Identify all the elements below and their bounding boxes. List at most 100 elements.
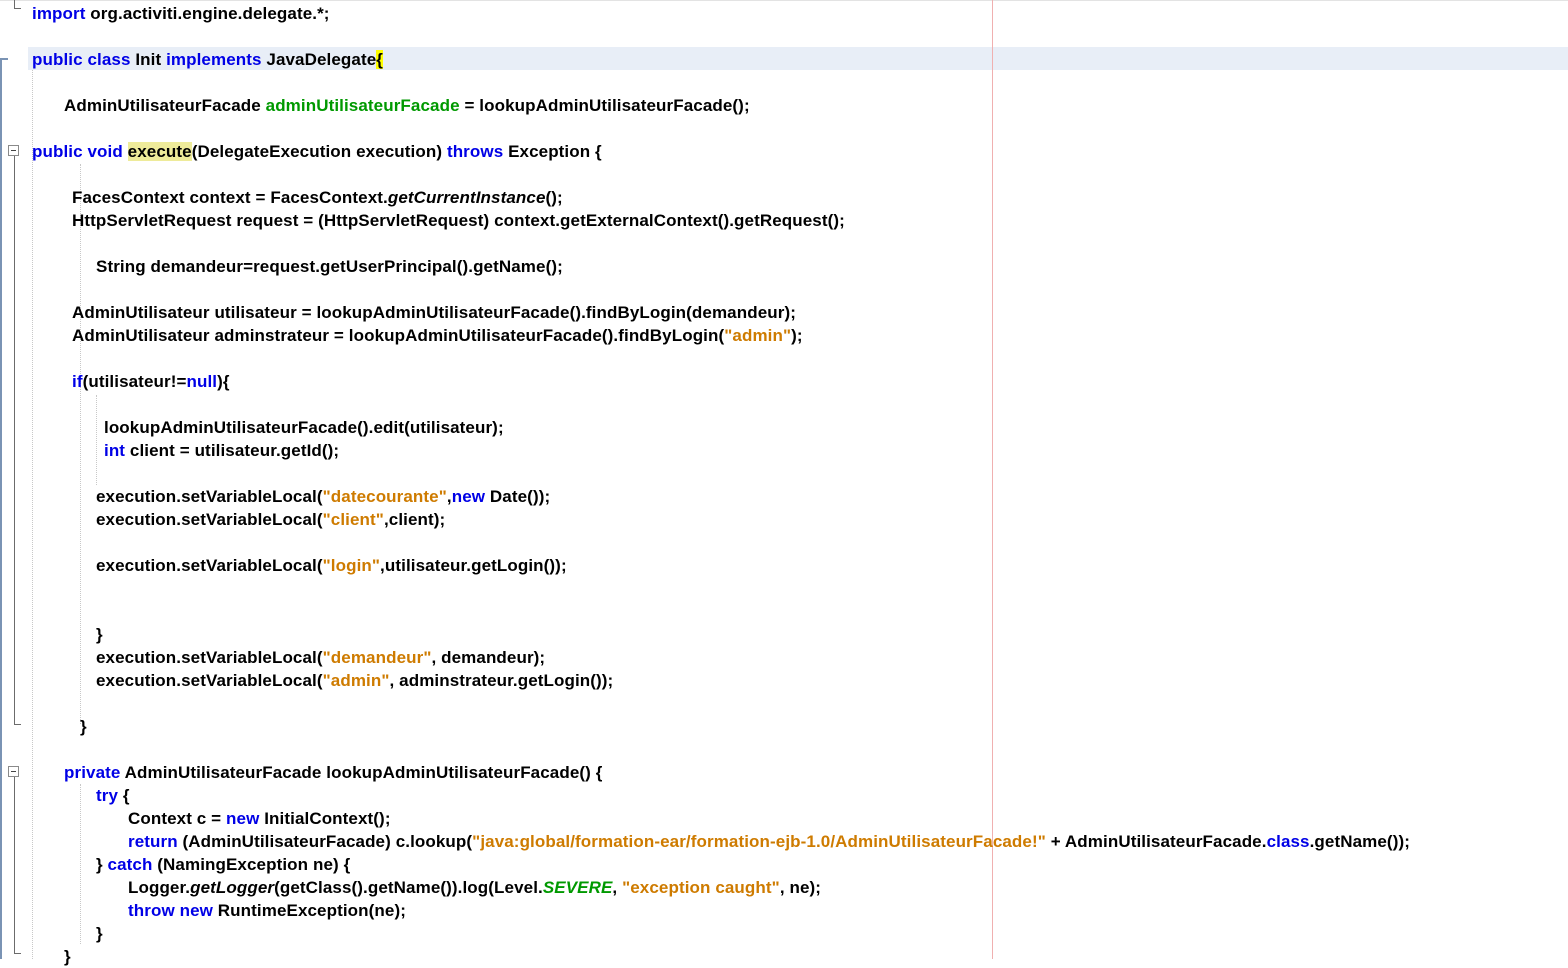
code-line[interactable]: AdminUtilisateurFacade adminUtilisateurF…: [64, 94, 750, 117]
fold-line: [14, 156, 15, 724]
keyword-token: if: [72, 372, 83, 391]
code-token: ){: [217, 372, 230, 391]
code-line[interactable]: }: [96, 922, 103, 945]
code-line[interactable]: } catch (NamingException ne) {: [96, 853, 350, 876]
string-token: "admin": [724, 326, 792, 345]
fold-end-marker: [14, 953, 21, 954]
code-line[interactable]: String demandeur=request.getUserPrincipa…: [96, 255, 563, 278]
code-line[interactable]: AdminUtilisateur adminstrateur = lookupA…: [72, 324, 803, 347]
code-token: SEVERE: [542, 878, 613, 897]
code-token: Init: [130, 50, 167, 69]
code-token: ();: [545, 188, 563, 207]
code-line[interactable]: if(utilisateur!=null){: [72, 370, 230, 393]
code-token: execution.setVariableLocal(: [96, 510, 323, 529]
code-line[interactable]: AdminUtilisateur utilisateur = lookupAdm…: [72, 301, 796, 324]
code-token: RuntimeException(ne);: [212, 901, 406, 920]
keyword-token: import: [32, 4, 86, 23]
code-token: String demandeur=request.getUserPrincipa…: [96, 257, 563, 276]
code-token: );: [791, 326, 803, 345]
code-token: execution.setVariableLocal(: [96, 671, 323, 690]
code-token: AdminUtilisateurFacade: [64, 96, 266, 115]
indent-guide: [80, 784, 81, 944]
keyword-token: public: [32, 142, 83, 161]
string-token: "java:global/formation-ear/formation-ejb…: [472, 832, 1046, 851]
keyword-token: new: [179, 901, 213, 920]
code-token: Date());: [485, 487, 551, 506]
string-token: "demandeur": [322, 648, 432, 667]
code-line[interactable]: int client = utilisateur.getId();: [104, 439, 339, 462]
code-line[interactable]: public class Init implements JavaDelegat…: [32, 48, 383, 71]
code-token: execution.setVariableLocal(: [96, 648, 323, 667]
code-token: + AdminUtilisateurFacade.: [1045, 832, 1267, 851]
editor-top-border: [0, 0, 1568, 1]
code-line[interactable]: }: [96, 623, 103, 646]
code-line[interactable]: FacesContext context = FacesContext.getC…: [72, 186, 563, 209]
code-token: = lookupAdminUtilisateurFacade();: [459, 96, 750, 115]
code-token: }: [96, 625, 103, 644]
right-margin-guide: [992, 0, 993, 959]
field-token: adminUtilisateurFacade: [265, 96, 460, 115]
fold-line: [14, 0, 15, 8]
fold-end-marker: [14, 8, 21, 9]
code-line[interactable]: Logger.getLogger(getClass().getName()).l…: [128, 876, 821, 899]
fold-end-marker: [14, 724, 21, 725]
code-token: ,: [612, 878, 623, 897]
indent-guide: [80, 164, 81, 724]
code-line[interactable]: return (AdminUtilisateurFacade) c.lookup…: [128, 830, 1410, 853]
code-line[interactable]: try {: [96, 784, 130, 807]
code-line[interactable]: private AdminUtilisateurFacade lookupAdm…: [64, 761, 602, 784]
keyword-token: new: [451, 487, 486, 506]
code-line[interactable]: }: [80, 715, 87, 738]
code-line[interactable]: lookupAdminUtilisateurFacade().edit(util…: [104, 416, 504, 439]
fold-collapse-icon[interactable]: [8, 766, 19, 777]
keyword-token: catch: [107, 855, 153, 874]
code-token: Exception {: [503, 142, 602, 161]
keyword-token: try: [96, 786, 119, 805]
code-token: (getClass().getName()).log(Level.: [274, 878, 543, 897]
code-editor[interactable]: import org.activiti.engine.delegate.*; pu…: [0, 0, 1568, 966]
code-token: {: [118, 786, 130, 805]
code-line[interactable]: import org.activiti.engine.delegate.*;: [32, 2, 330, 25]
code-line[interactable]: execution.setVariableLocal("client",clie…: [96, 508, 445, 531]
code-line[interactable]: }: [64, 945, 71, 968]
code-token: (utilisateur!=: [82, 372, 187, 391]
code-line[interactable]: throw new RuntimeException(ne);: [128, 899, 406, 922]
code-line[interactable]: Context c = new InitialContext();: [128, 807, 391, 830]
code-token: lookupAdminUtilisateurFacade().edit(util…: [104, 418, 504, 437]
matched-brace: {: [376, 50, 383, 69]
code-token: InitialContext();: [259, 809, 391, 828]
keyword-token: null: [186, 372, 218, 391]
code-token: (DelegateExecution execution): [191, 142, 447, 161]
code-token: ,client);: [383, 510, 446, 529]
editor-left-border: [0, 58, 2, 959]
code-line[interactable]: HttpServletRequest request = (HttpServle…: [72, 209, 845, 232]
code-token: , demandeur);: [431, 648, 546, 667]
code-line[interactable]: execution.setVariableLocal("demandeur", …: [96, 646, 545, 669]
keyword-token: return: [128, 832, 178, 851]
string-token: "exception caught": [622, 878, 780, 897]
string-token: "admin": [322, 671, 390, 690]
keyword-token: implements: [166, 50, 262, 69]
code-token: (AdminUtilisateurFacade) c.lookup(: [177, 832, 473, 851]
keyword-token: class: [87, 50, 131, 69]
code-token: getCurrentInstance: [387, 188, 546, 207]
code-token: Context c =: [128, 809, 227, 828]
string-token: "datecourante": [322, 487, 447, 506]
code-line[interactable]: public void execute(DelegateExecution ex…: [32, 140, 602, 163]
keyword-token: new: [226, 809, 260, 828]
code-line[interactable]: execution.setVariableLocal("login",utili…: [96, 554, 567, 577]
code-line[interactable]: execution.setVariableLocal("admin", admi…: [96, 669, 613, 692]
code-token: Logger.: [128, 878, 191, 897]
code-token: }: [96, 924, 103, 943]
code-token: HttpServletRequest request = (HttpServle…: [72, 211, 845, 230]
editor-left-border-cap: [0, 58, 8, 60]
string-token: "client": [322, 510, 384, 529]
code-line[interactable]: execution.setVariableLocal("datecourante…: [96, 485, 550, 508]
code-token: org.activiti.engine.delegate.*;: [85, 4, 330, 23]
code-token: getLogger: [190, 878, 275, 897]
code-token: }: [96, 855, 108, 874]
keyword-token: throws: [446, 142, 504, 161]
fold-collapse-icon[interactable]: [8, 145, 19, 156]
highlighted-token: execute: [127, 142, 192, 161]
keyword-token: int: [104, 441, 126, 460]
